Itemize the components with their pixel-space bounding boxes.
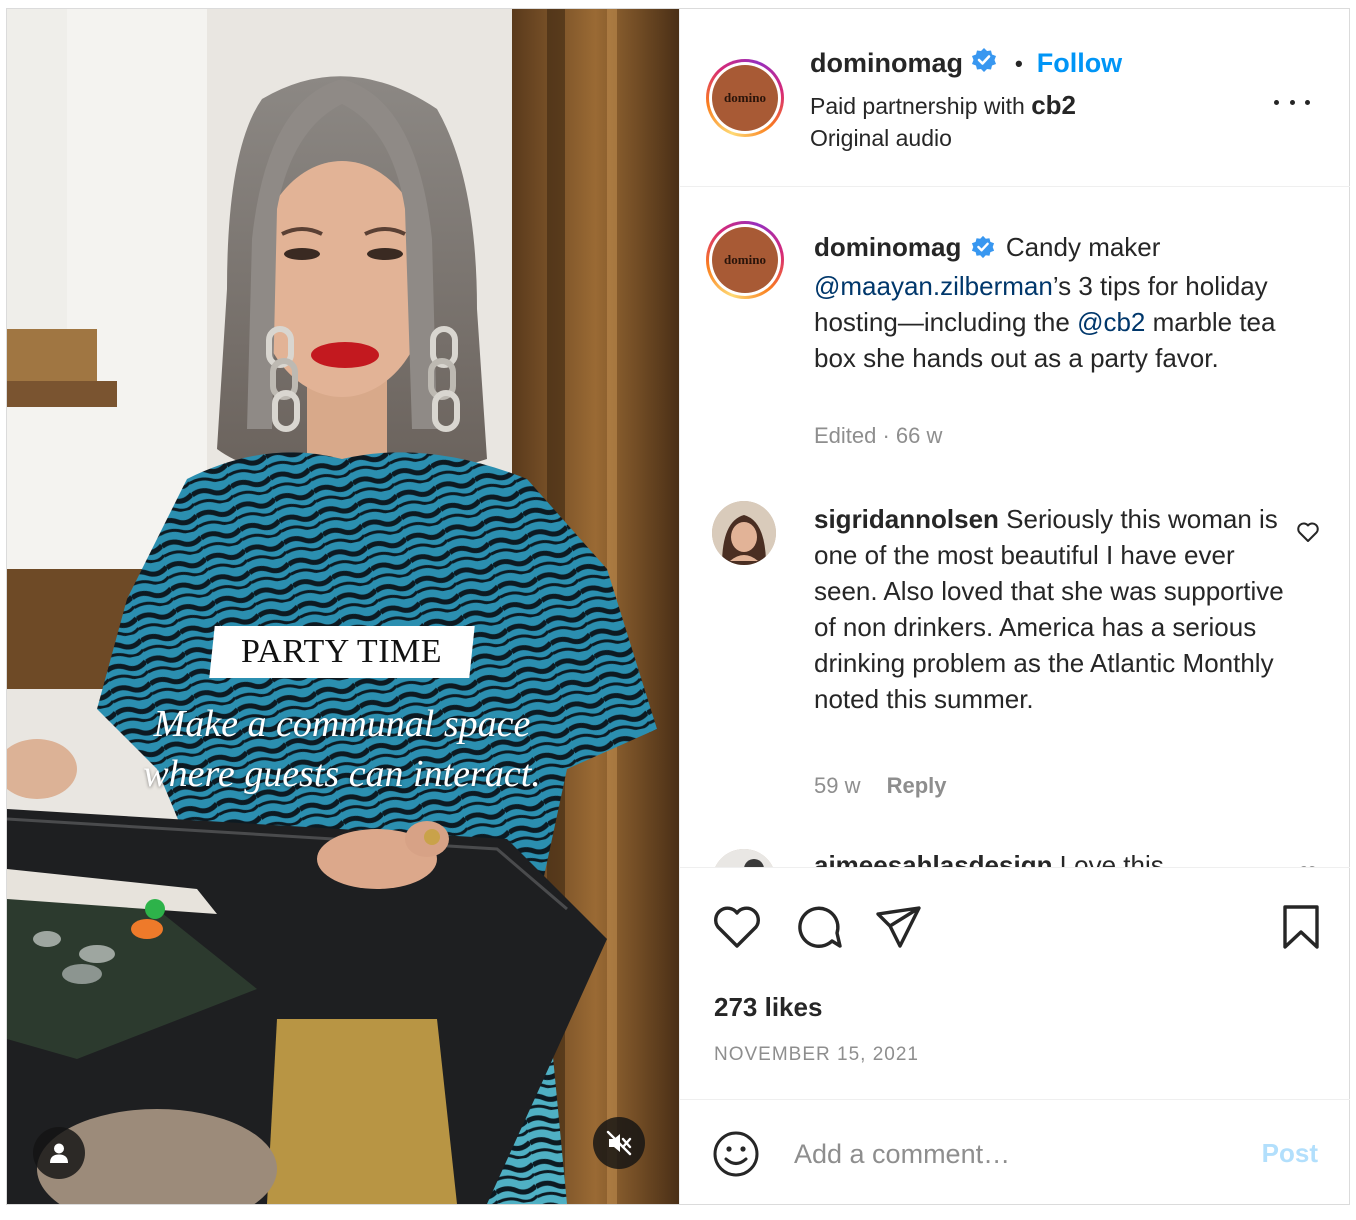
mention-link[interactable]: @maayan.zilberman bbox=[814, 271, 1053, 301]
comment-body: Love this bbox=[1059, 850, 1164, 867]
mention-link[interactable]: @cb2 bbox=[1077, 307, 1145, 337]
comment-username[interactable]: aimeesahlasdesign bbox=[814, 850, 1052, 867]
comment-input[interactable] bbox=[792, 1130, 1216, 1178]
post-header: domino dominomag • Follow Paid partnersh… bbox=[680, 9, 1350, 187]
share-send-icon[interactable] bbox=[874, 904, 924, 955]
likes-count[interactable]: 273 likes bbox=[714, 992, 822, 1023]
post-details-panel: domino dominomag • Follow Paid partnersh… bbox=[679, 9, 1350, 1204]
verified-badge-icon bbox=[971, 232, 995, 268]
profile-photo bbox=[712, 501, 776, 565]
post-date[interactable]: NOVEMBER 15, 2021 bbox=[714, 1044, 919, 1066]
comment-body: Seriously this woman is one of the most … bbox=[814, 504, 1284, 714]
comment-time: 59 w bbox=[814, 773, 861, 798]
mute-button[interactable] bbox=[593, 1117, 645, 1169]
header-user-row: dominomag • Follow bbox=[810, 47, 1122, 80]
comment-text: aimeesahlasdesign Love this bbox=[814, 847, 1284, 867]
comment-bubble-icon[interactable] bbox=[794, 904, 844, 955]
verified-badge-icon bbox=[971, 47, 997, 80]
post-video[interactable]: PARTY TIME Make a communal space where g… bbox=[7, 9, 679, 1204]
caption-text-part: Candy maker bbox=[1005, 232, 1161, 262]
avatar-logo: domino bbox=[712, 227, 778, 293]
audio-link[interactable]: Original audio bbox=[810, 125, 952, 152]
comment-composer: Post bbox=[680, 1099, 1350, 1204]
speaker-muted-icon bbox=[606, 1130, 632, 1156]
avatar-ring-inner: domino bbox=[709, 62, 781, 134]
overlay-caption-line: where guests can interact. bbox=[143, 753, 541, 795]
action-bar: 273 likes NOVEMBER 15, 2021 bbox=[680, 867, 1350, 1107]
caption-avatar[interactable]: domino bbox=[706, 221, 784, 299]
reply-button[interactable]: Reply bbox=[887, 773, 947, 798]
overlay-caption: Make a communal space where guests can i… bbox=[127, 699, 557, 799]
caption-text: dominomag Candy maker @maayan.zilberman’… bbox=[814, 229, 1284, 376]
post-comment-button[interactable]: Post bbox=[1262, 1138, 1318, 1169]
paid-partnership-label: Paid partnership with cb2 bbox=[810, 90, 1076, 121]
comment-username[interactable]: sigridannolsen bbox=[814, 504, 999, 534]
profile-photo bbox=[712, 849, 776, 867]
comment-text: sigridannolsen Seriously this woman is o… bbox=[814, 501, 1284, 717]
partner-link[interactable]: cb2 bbox=[1031, 90, 1076, 120]
overlay-title-banner: PARTY TIME bbox=[209, 626, 475, 678]
user-icon bbox=[50, 1143, 68, 1163]
comment-meta: 59 w Reply bbox=[814, 773, 947, 799]
separator-dot: • bbox=[1015, 50, 1023, 76]
partnership-prefix: Paid partnership with bbox=[810, 93, 1025, 119]
more-options-icon[interactable] bbox=[1274, 95, 1310, 109]
caption-meta: Edited · 66 w bbox=[814, 423, 943, 448]
caption-username[interactable]: dominomag bbox=[814, 232, 961, 262]
video-frame bbox=[7, 9, 679, 1204]
emoji-icon[interactable] bbox=[712, 1130, 760, 1183]
avatar-ring-inner: domino bbox=[709, 224, 781, 296]
overlay-title-text: PARTY TIME bbox=[241, 633, 443, 670]
comment-avatar[interactable] bbox=[712, 501, 776, 565]
like-comment-heart-icon[interactable] bbox=[1296, 521, 1320, 548]
avatar[interactable]: domino bbox=[706, 59, 784, 137]
overlay-caption-line: Make a communal space bbox=[153, 703, 531, 745]
tagged-users-button[interactable] bbox=[33, 1127, 85, 1179]
comment-avatar[interactable] bbox=[712, 849, 776, 867]
save-bookmark-icon[interactable] bbox=[1280, 904, 1322, 955]
follow-button[interactable]: Follow bbox=[1037, 48, 1122, 79]
instagram-post: PARTY TIME Make a communal space where g… bbox=[6, 8, 1350, 1205]
username-link[interactable]: dominomag bbox=[810, 48, 963, 79]
comments-list[interactable]: domino dominomag Candy maker @maayan.zil… bbox=[680, 187, 1350, 867]
avatar-logo: domino bbox=[712, 65, 778, 131]
like-heart-icon[interactable] bbox=[712, 904, 762, 955]
